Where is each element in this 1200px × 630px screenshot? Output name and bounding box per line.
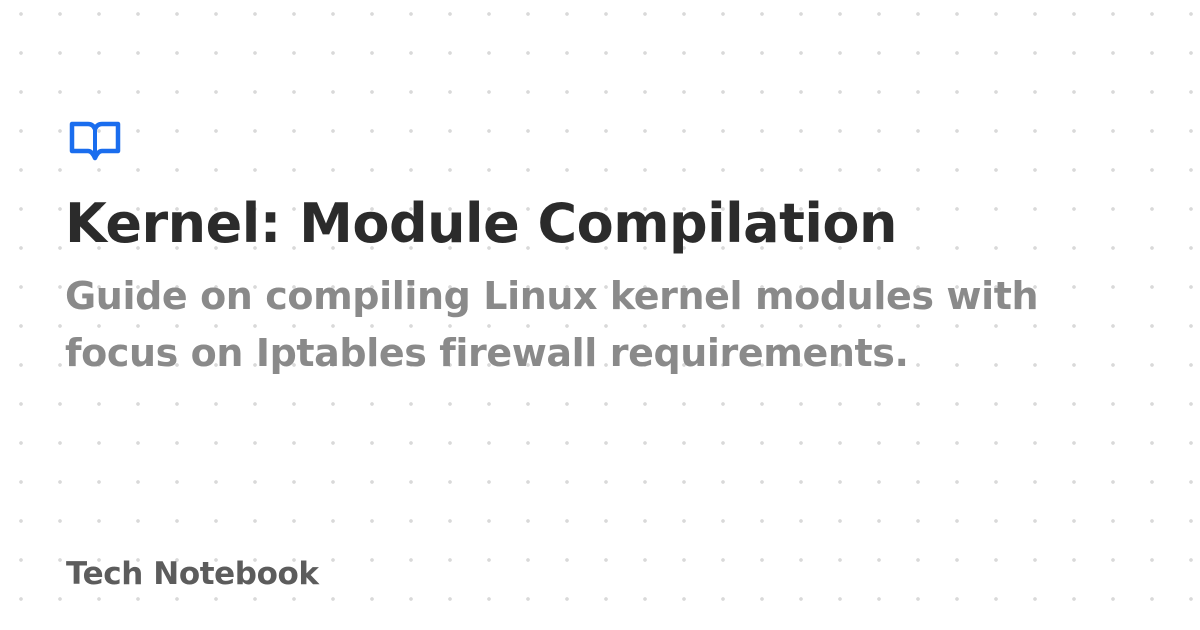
- page-subtitle: Guide on compiling Linux kernel modules …: [65, 274, 1039, 375]
- site-name: Tech Notebook: [66, 556, 319, 592]
- social-card: Kernel: Module Compilation Guide on comp…: [0, 0, 1200, 630]
- page-title: Kernel: Module Compilation: [65, 192, 897, 255]
- open-book-icon: [69, 121, 121, 161]
